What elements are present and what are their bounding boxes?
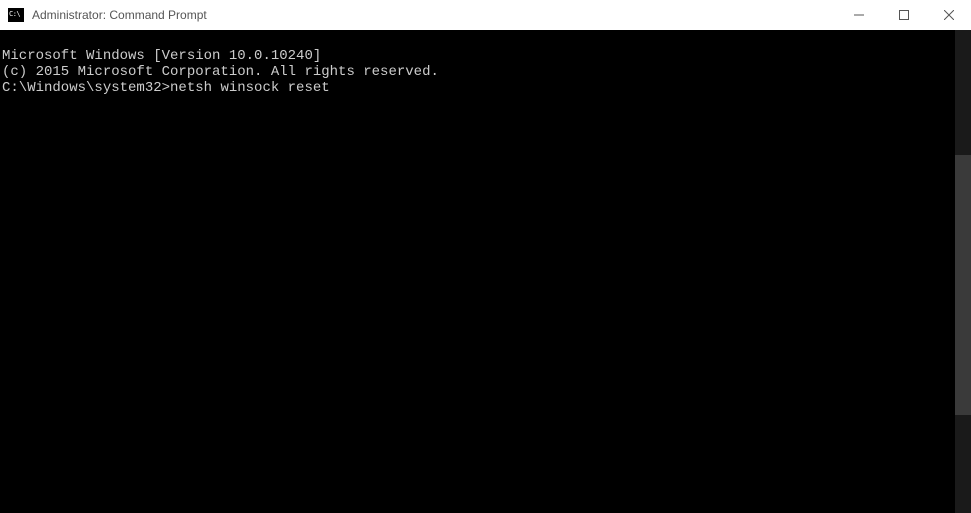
cmd-icon <box>8 8 24 22</box>
terminal-line: Microsoft Windows [Version 10.0.10240] <box>2 48 971 64</box>
maximize-button[interactable] <box>881 0 926 30</box>
minimize-button[interactable] <box>836 0 881 30</box>
titlebar[interactable]: Administrator: Command Prompt <box>0 0 971 30</box>
terminal-line: (c) 2015 Microsoft Corporation. All righ… <box>2 64 971 80</box>
close-button[interactable] <box>926 0 971 30</box>
scrollbar-track[interactable] <box>955 30 971 513</box>
terminal-prompt-line: C:\Windows\system32>netsh winsock reset <box>2 80 971 96</box>
scrollbar-thumb[interactable] <box>955 155 971 415</box>
window-title: Administrator: Command Prompt <box>32 8 836 22</box>
terminal-command[interactable]: netsh winsock reset <box>170 80 330 96</box>
terminal-prompt: C:\Windows\system32> <box>2 80 170 96</box>
window-controls <box>836 0 971 30</box>
terminal-output[interactable]: Microsoft Windows [Version 10.0.10240](c… <box>0 30 971 513</box>
